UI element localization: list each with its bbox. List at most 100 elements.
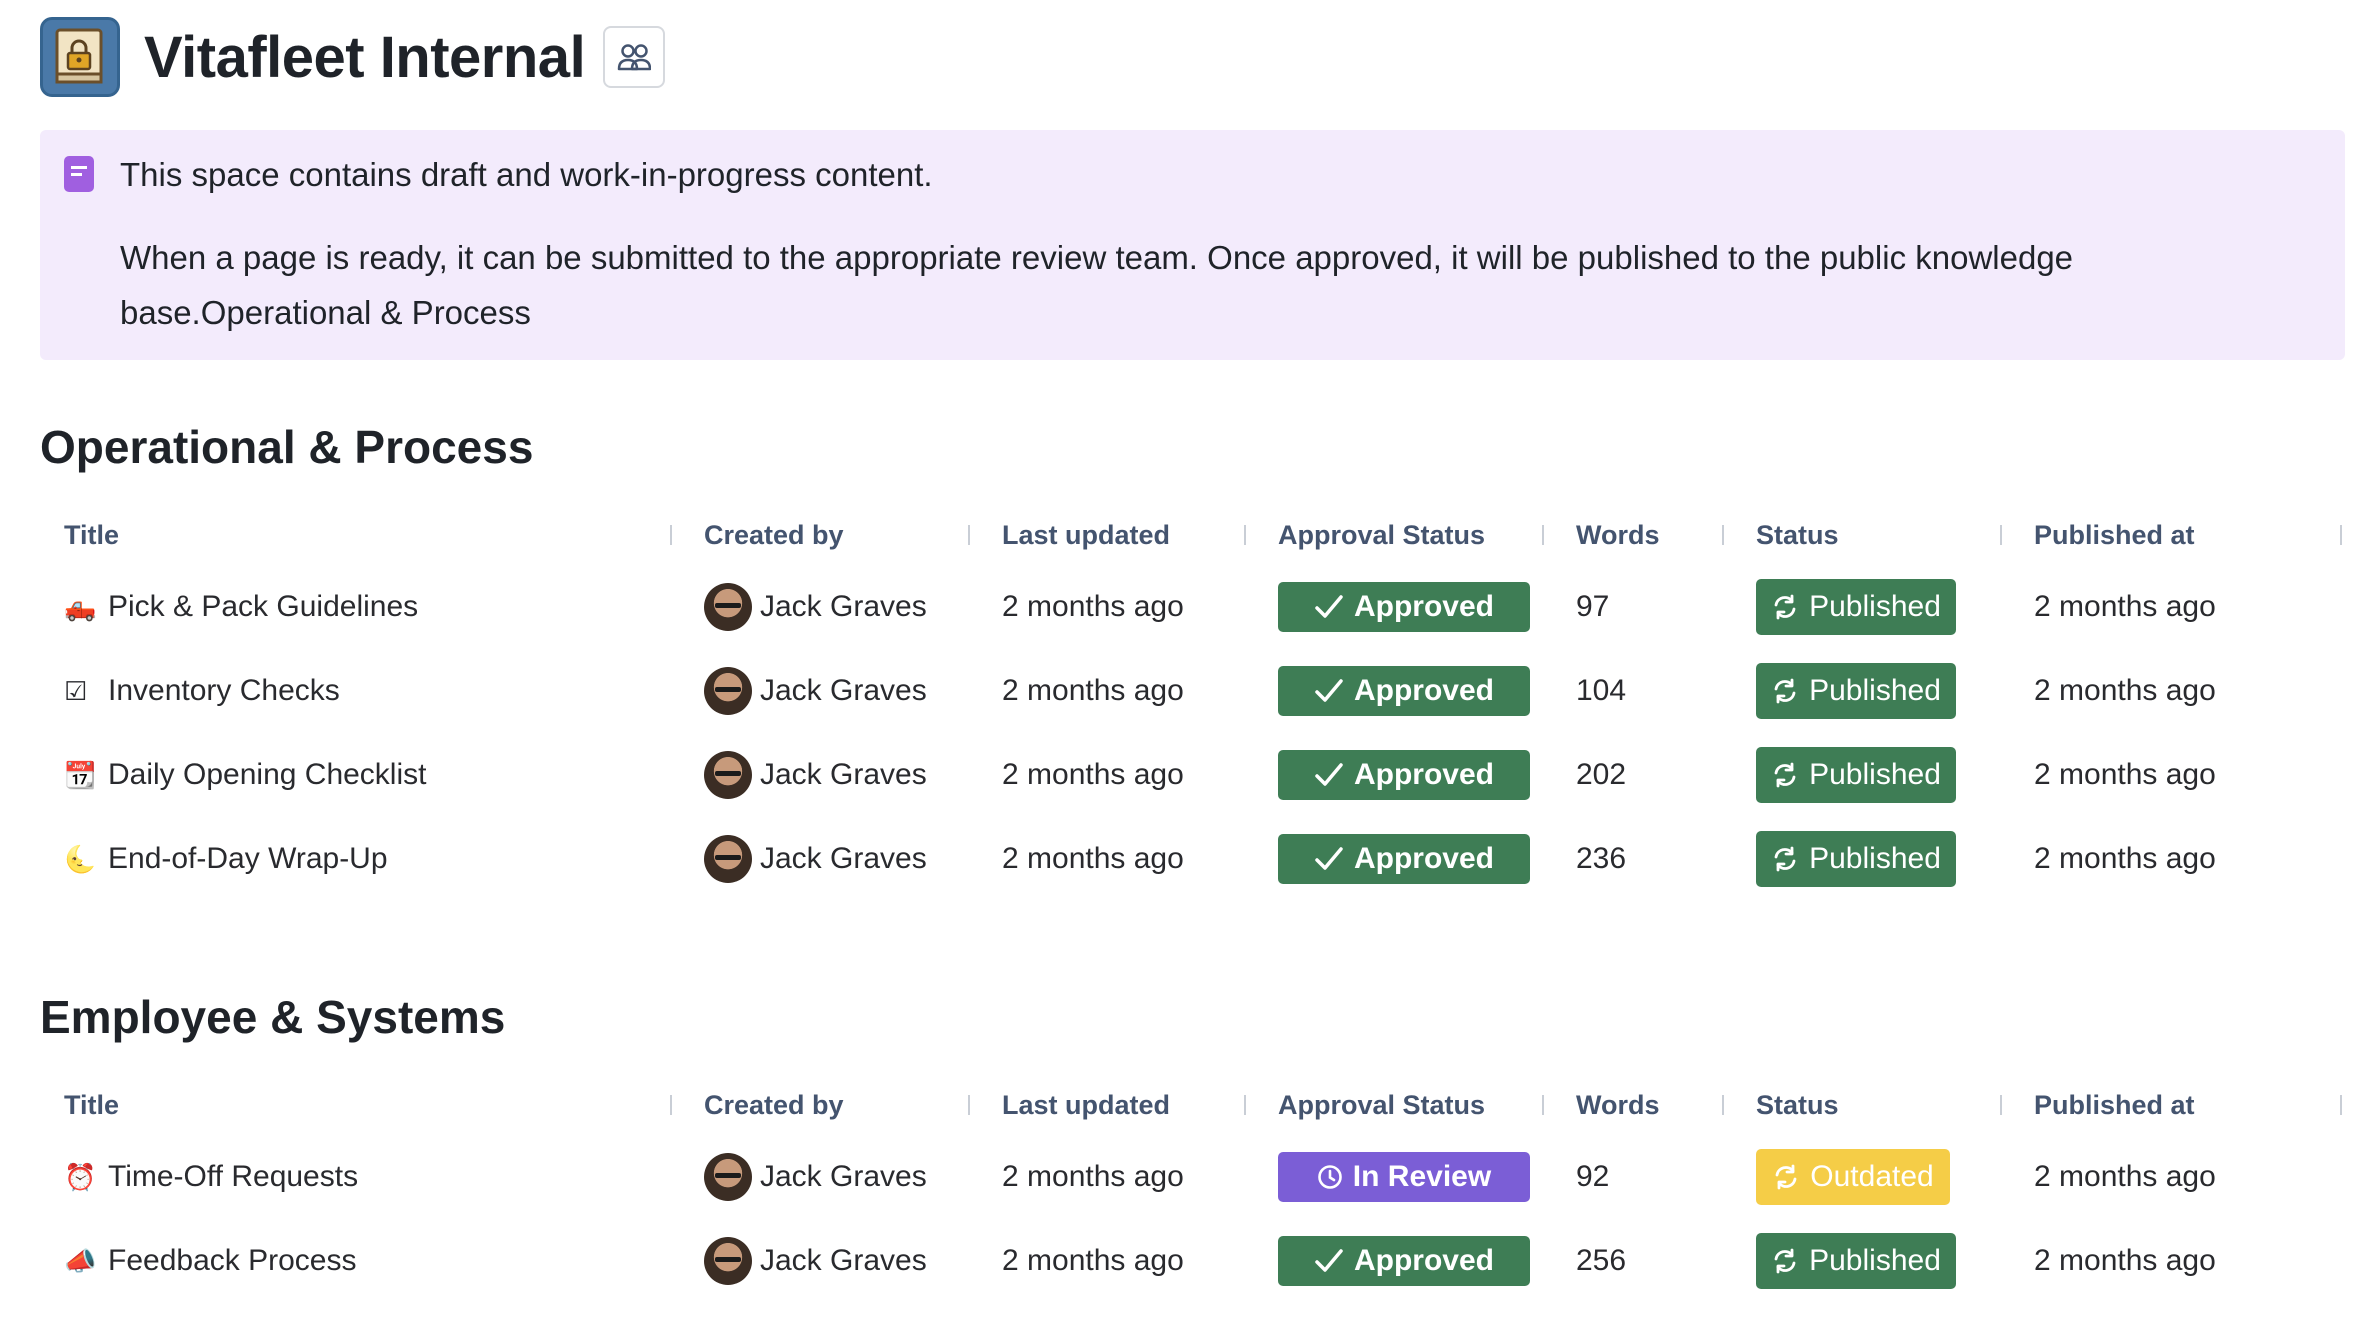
table-row: ⏰ Time-Off Requests Jack Graves 2 months ag… — [40, 1135, 2345, 1219]
column-header[interactable]: Created by — [704, 505, 844, 565]
column-header[interactable]: Status — [1756, 505, 1839, 565]
panel-text-line1: This space contains draft and work-in-pr… — [120, 156, 933, 193]
author-name[interactable]: Jack Graves — [760, 590, 927, 624]
page-title-link[interactable]: Feedback Process — [108, 1244, 356, 1278]
status-badge[interactable]: Published — [1756, 1233, 1956, 1289]
table-row: ☑ Inventory Checks Jack Graves 2 months ago… — [40, 649, 2345, 733]
column-header[interactable]: Words — [1576, 505, 1660, 565]
status-badge[interactable]: Outdated — [1756, 1149, 1950, 1205]
column-header[interactable]: Approval Status — [1278, 505, 1485, 565]
column-header[interactable]: Words — [1576, 1075, 1660, 1135]
page-title-cell[interactable]: ☑ Inventory Checks — [64, 649, 340, 733]
status-label: Outdated — [1810, 1160, 1934, 1193]
approval-status-badge[interactable]: Approved — [1278, 834, 1530, 884]
avatar — [704, 667, 752, 715]
section-title: Employee & Systems — [40, 991, 506, 1043]
status-badge[interactable]: Published — [1756, 663, 1956, 719]
avatar — [704, 1153, 752, 1201]
approval-status-cell: Approved — [1278, 565, 1530, 649]
approval-status-badge[interactable]: Approved — [1278, 582, 1530, 632]
column-resize-handle[interactable] — [2340, 1095, 2342, 1115]
check-icon — [1314, 846, 1344, 872]
status-badge[interactable]: Published — [1756, 747, 1956, 803]
column-header[interactable]: Published at — [2034, 1075, 2195, 1135]
author-name[interactable]: Jack Graves — [760, 1160, 927, 1194]
approval-status-badge[interactable]: Approved — [1278, 750, 1530, 800]
created-by-cell[interactable]: Jack Graves — [704, 1135, 927, 1219]
column-resize-handle[interactable] — [1244, 525, 1246, 545]
status-label: Published — [1809, 674, 1941, 707]
status-cell: Published — [1756, 565, 1956, 649]
author-name[interactable]: Jack Graves — [760, 674, 927, 708]
column-header[interactable]: Status — [1756, 1075, 1839, 1135]
column-resize-handle[interactable] — [2000, 1095, 2002, 1115]
avatar-glasses — [715, 603, 741, 608]
column-resize-handle[interactable] — [1722, 1095, 1724, 1115]
info-panel: This space contains draft and work-in-pr… — [40, 130, 2345, 360]
table-row: 🌜 End-of-Day Wrap-Up Jack Graves 2 months a… — [40, 817, 2345, 901]
column-header[interactable]: Title — [64, 505, 119, 565]
page-title-link[interactable]: Inventory Checks — [108, 674, 340, 708]
column-resize-handle[interactable] — [968, 525, 970, 545]
word-count-cell: 236 — [1576, 842, 1627, 875]
locked-book-icon[interactable] — [40, 17, 120, 97]
column-resize-handle[interactable] — [670, 525, 672, 545]
page-title-link[interactable]: Time-Off Requests — [108, 1160, 358, 1194]
created-by-cell[interactable]: Jack Graves — [704, 649, 927, 733]
page-emoji-icon: 🛻 — [64, 591, 97, 622]
column-resize-handle[interactable] — [1244, 1095, 1246, 1115]
table-row: 📆 Daily Opening Checklist Jack Graves 2 mon… — [40, 733, 2345, 817]
page-emoji-icon: 📣 — [64, 1245, 97, 1276]
column-header[interactable]: Created by — [704, 1075, 844, 1135]
last-updated-cell: 2 months ago — [1002, 674, 1184, 707]
created-by-cell[interactable]: Jack Graves — [704, 1219, 927, 1303]
column-header[interactable]: Approval Status — [1278, 1075, 1485, 1135]
page-emoji-icon: ⏰ — [64, 1161, 97, 1192]
column-resize-handle[interactable] — [670, 1095, 672, 1115]
created-by-cell[interactable]: Jack Graves — [704, 565, 927, 649]
created-by-cell[interactable]: Jack Graves — [704, 817, 927, 901]
page-title-cell[interactable]: 🛻 Pick & Pack Guidelines — [64, 565, 418, 649]
page-emoji-icon: 📆 — [64, 759, 97, 790]
column-resize-handle[interactable] — [2000, 525, 2002, 545]
author-name[interactable]: Jack Graves — [760, 842, 927, 876]
page-title-cell[interactable]: 📆 Daily Opening Checklist — [64, 733, 426, 817]
sync-icon — [1771, 1247, 1799, 1275]
approval-status-cell: Approved — [1278, 649, 1530, 733]
column-resize-handle[interactable] — [1542, 525, 1544, 545]
approval-status-badge[interactable]: Approved — [1278, 1236, 1530, 1286]
status-badge[interactable]: Published — [1756, 831, 1956, 887]
status-badge[interactable]: Published — [1756, 579, 1956, 635]
page-title-cell[interactable]: ⏰ Time-Off Requests — [64, 1135, 358, 1219]
status-cell: Published — [1756, 1219, 1956, 1303]
page-title-cell[interactable]: 🌜 End-of-Day Wrap-Up — [64, 817, 388, 901]
page-title-link[interactable]: Pick & Pack Guidelines — [108, 590, 418, 624]
column-header[interactable]: Last updated — [1002, 505, 1170, 565]
column-resize-handle[interactable] — [2340, 525, 2342, 545]
check-icon — [1314, 762, 1344, 788]
approval-status-badge[interactable]: Approved — [1278, 666, 1530, 716]
people-icon[interactable] — [603, 26, 666, 88]
column-resize-handle[interactable] — [1542, 1095, 1544, 1115]
approval-status-cell: Approved — [1278, 817, 1530, 901]
published-at-cell: 2 months ago — [2034, 758, 2216, 791]
page-title-link[interactable]: Daily Opening Checklist — [108, 758, 426, 792]
column-header[interactable]: Last updated — [1002, 1075, 1170, 1135]
page-title-cell[interactable]: 📣 Feedback Process — [64, 1219, 356, 1303]
page-title-link[interactable]: End-of-Day Wrap-Up — [108, 842, 388, 876]
created-by-cell[interactable]: Jack Graves — [704, 733, 927, 817]
column-resize-handle[interactable] — [968, 1095, 970, 1115]
author-name[interactable]: Jack Graves — [760, 758, 927, 792]
word-count-cell: 256 — [1576, 1244, 1627, 1277]
author-name[interactable]: Jack Graves — [760, 1244, 927, 1278]
approval-status-cell: Approved — [1278, 1219, 1530, 1303]
avatar-glasses — [715, 771, 741, 776]
column-resize-handle[interactable] — [1722, 525, 1724, 545]
approval-status-badge[interactable]: In Review — [1278, 1152, 1530, 1202]
space-header: Vitafleet Internal — [40, 16, 666, 98]
column-header[interactable]: Title — [64, 1075, 119, 1135]
column-header[interactable]: Published at — [2034, 505, 2195, 565]
published-at-cell: 2 months ago — [2034, 842, 2216, 875]
table-row: 📣 Feedback Process Jack Graves 2 months ago… — [40, 1219, 2345, 1303]
word-count-cell: 104 — [1576, 674, 1627, 707]
